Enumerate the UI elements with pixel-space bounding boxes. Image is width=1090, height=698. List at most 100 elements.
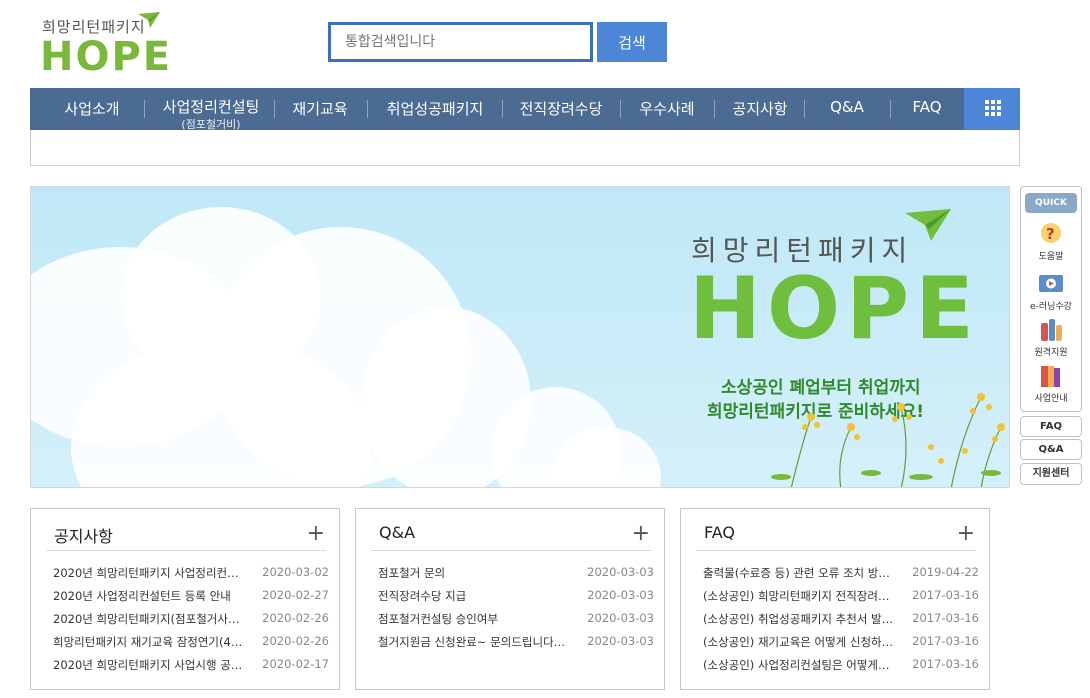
nav-item-qna[interactable]: Q&A (810, 88, 884, 130)
nav-label: 사업정리컨설팅 (162, 98, 260, 116)
business-guide-icon (1041, 366, 1060, 387)
nav-item-job-transition-allowance[interactable]: 전직장려수당 (510, 88, 612, 130)
board-row[interactable]: (소상공인) 취업성공패키지 추천서 발… 2017-03-16 (703, 611, 979, 629)
quick-item-remote-support[interactable]: 원격지원 (1021, 317, 1081, 358)
post-date: 2020-03-03 (587, 611, 654, 625)
e-learning-icon (1039, 275, 1063, 292)
nav-divider (144, 100, 145, 118)
post-title: 2020년 희망리턴패키지 사업정리컨… (53, 566, 239, 580)
all-menu-button[interactable] (964, 88, 1020, 130)
board-row[interactable]: (소상공인) 사업정리컨설팅은 어떻게… 2017-03-16 (703, 657, 979, 675)
nav-divider (890, 100, 891, 118)
post-date: 2017-03-16 (912, 634, 979, 648)
main-nav: 사업소개 사업정리컨설팅 (점포철거비) 재기교육 취업성공패키지 전직장려수당… (30, 88, 1020, 131)
more-plus-icon[interactable]: + (632, 523, 650, 545)
remote-support-icon (1041, 319, 1062, 341)
board-row[interactable]: 출력물(수료증 등) 관련 오류 조치 방… 2019-04-22 (703, 565, 979, 583)
board-row[interactable]: 철거지원금 신청완료~ 문의드립니다… 2020-03-03 (378, 634, 654, 652)
quick-menu-header: QUICK (1025, 193, 1077, 213)
post-title: 희망리턴패키지 재기교육 잠정연기(4… (53, 635, 243, 649)
board-row[interactable]: 점포철거 문의 2020-03-03 (378, 565, 654, 583)
post-title: (소상공인) 취업성공패키지 추천서 발… (703, 612, 894, 626)
nav-label: Q&A (830, 98, 864, 116)
more-plus-icon[interactable]: + (307, 523, 325, 545)
post-date: 2020-03-03 (587, 634, 654, 648)
quick-menu: QUICK ? 도움말 e-러닝수강 원격지원 사업안내 (1020, 186, 1082, 412)
help-icon: ? (1041, 223, 1061, 243)
svg-text:?: ? (1046, 225, 1055, 243)
more-plus-icon[interactable]: + (957, 523, 975, 545)
nav-label: 공지사항 (732, 100, 788, 118)
site-logo[interactable]: 희망리턴패키지 HOPE (40, 12, 170, 80)
post-title: 2020년 희망리턴패키지 사업시행 공… (53, 658, 243, 672)
board-divider (371, 550, 651, 551)
board-row[interactable]: 2020년 희망리턴패키지 사업정리컨… 2020-03-02 (53, 565, 329, 583)
hero-banner[interactable]: 희망리턴패키지 HOPE 소상공인 폐업부터 취업까지 희망리턴패키지로 준비하… (30, 186, 1010, 488)
quick-item-e-learning[interactable]: e-러닝수강 (1021, 271, 1081, 312)
nav-label: 우수사례 (639, 100, 695, 118)
board-row[interactable]: 2020년 희망리턴패키지 사업시행 공… 2020-02-17 (53, 657, 329, 675)
board-faq: FAQ + 출력물(수료증 등) 관련 오류 조치 방… 2019-04-22 (… (680, 508, 990, 690)
board-row[interactable]: (소상공인) 희망리턴패키지 전직장려… 2017-03-16 (703, 588, 979, 606)
nav-divider (502, 100, 503, 118)
quick-link-qna[interactable]: Q&A (1020, 439, 1082, 460)
post-date: 2020-03-03 (587, 588, 654, 602)
board-row[interactable]: 점포철거컨설팅 승인여부 2020-03-03 (378, 611, 654, 629)
quick-item-label: 사업안내 (1034, 394, 1068, 404)
nav-divider (714, 100, 715, 118)
board-row[interactable]: 희망리턴패키지 재기교육 잠정연기(4… 2020-02-26 (53, 634, 329, 652)
post-title: 점포철거컨설팅 승인여부 (378, 612, 499, 626)
post-title: 2020년 희망리턴패키지(점포철거사… (53, 612, 240, 626)
flowers-illustration (771, 393, 1005, 487)
post-date: 2020-03-02 (262, 565, 329, 579)
post-date: 2020-02-26 (262, 611, 329, 625)
board-divider (696, 550, 976, 551)
nav-divider (367, 100, 368, 118)
nav-item-employment-package[interactable]: 취업성공패키지 (376, 88, 494, 130)
quick-item-label: e-러닝수강 (1030, 302, 1072, 312)
nav-item-best-practices[interactable]: 우수사례 (628, 88, 706, 130)
page: 희망리턴패키지 HOPE 검색 사업소개 사업정리컨설팅 (점포철거비) 재기교… (0, 0, 1090, 698)
board-title: FAQ (704, 523, 735, 542)
post-date: 2017-03-16 (912, 657, 979, 671)
board-title: 공지사항 (54, 527, 113, 546)
nav-item-consulting[interactable]: 사업정리컨설팅 (점포철거비) (150, 88, 272, 131)
board-row[interactable]: 2020년 사업정리컨설턴트 등록 안내 2020-02-27 (53, 588, 329, 606)
board-title: Q&A (379, 523, 416, 542)
post-date: 2020-02-17 (262, 657, 329, 671)
nav-label: 재기교육 (292, 100, 348, 118)
nav-label: 취업성공패키지 (386, 100, 484, 118)
nav-item-business-intro[interactable]: 사업소개 (48, 88, 136, 130)
quick-item-label: 도움말 (1038, 252, 1064, 262)
nav-label: 전직장려수당 (519, 100, 603, 118)
board-divider (46, 550, 326, 551)
quick-item-help[interactable]: ? 도움말 (1021, 221, 1081, 262)
nav-item-retraining[interactable]: 재기교육 (280, 88, 360, 130)
nav-item-notices[interactable]: 공지사항 (722, 88, 798, 130)
nav-divider (274, 100, 275, 118)
paper-plane-icon (138, 12, 160, 28)
search-button[interactable]: 검색 (597, 22, 667, 62)
search-input[interactable] (328, 22, 593, 62)
nav-label: FAQ (912, 98, 942, 116)
post-date: 2020-02-27 (262, 588, 329, 602)
post-title: 전직장려수당 지급 (378, 589, 467, 603)
nav-divider (620, 100, 621, 118)
post-title: (소상공인) 사업정리컨설팅은 어떻게… (703, 658, 890, 672)
post-date: 2020-02-26 (262, 634, 329, 648)
quick-item-business-guide[interactable]: 사업안내 (1021, 363, 1081, 404)
post-date: 2017-03-16 (912, 611, 979, 625)
quick-link-support-center[interactable]: 지원센터 (1020, 463, 1082, 485)
quick-link-faq[interactable]: FAQ (1020, 416, 1082, 437)
post-date: 2019-04-22 (912, 565, 979, 579)
banner-wordmark: HOPE (689, 259, 980, 359)
board-qna: Q&A + 점포철거 문의 2020-03-03 전직장려수당 지급 2020-03… (355, 508, 665, 690)
nav-item-faq[interactable]: FAQ (896, 88, 958, 130)
board-row[interactable]: 전직장려수당 지급 2020-03-03 (378, 588, 654, 606)
nav-label: 사업소개 (64, 100, 120, 118)
post-title: 철거지원금 신청완료~ 문의드립니다… (378, 635, 566, 649)
board-row[interactable]: (소상공인) 재기교육은 어떻게 신청하… 2017-03-16 (703, 634, 979, 652)
board-row[interactable]: 2020년 희망리턴패키지(점포철거사… 2020-02-26 (53, 611, 329, 629)
logo-wordmark: HOPE (40, 34, 173, 80)
submenu-bar (30, 130, 1020, 166)
